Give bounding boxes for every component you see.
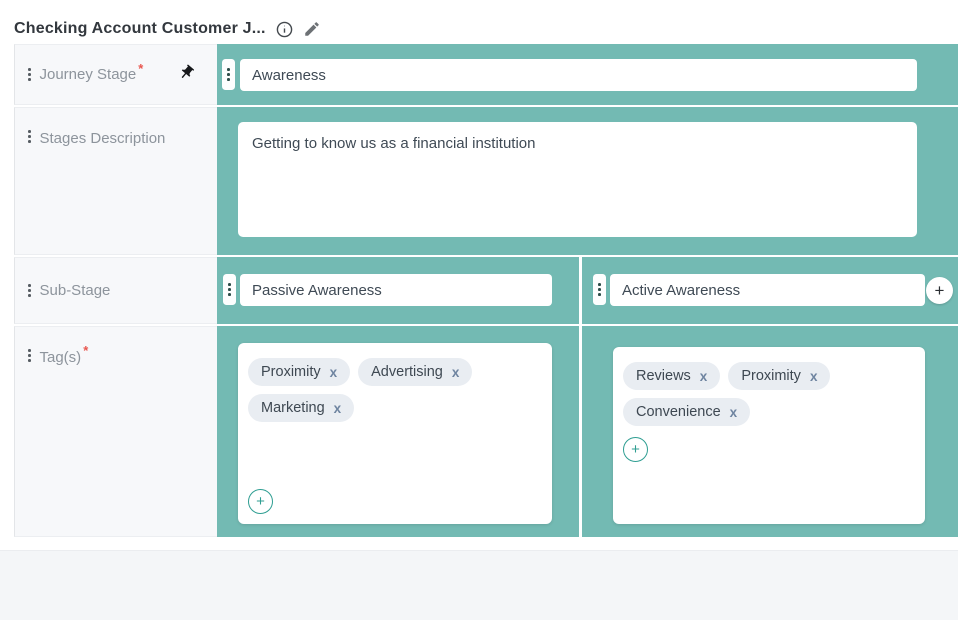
tag-label: Reviews [636,368,691,384]
stages-description-cell: Getting to know us as a financial instit… [217,107,958,255]
tag-pill: Proximity x [248,358,350,386]
tag-pill-list: Reviews x Proximity x Convenience x [623,362,915,426]
journey-stage-cell [217,44,958,105]
tag-label: Convenience [636,404,721,420]
tag-remove-button[interactable]: x [730,405,738,420]
tag-pill-list: Proximity x Advertising x Marketing x [248,358,542,422]
canvas-background [0,550,958,620]
tag-remove-button[interactable]: x [330,365,338,380]
tag-remove-button[interactable]: x [334,401,342,416]
tags-row: Proximity x Advertising x Marketing x + Revie… [217,326,958,537]
tags-cell-1: Proximity x Advertising x Marketing x + [217,326,579,537]
row-label-text: Sub-Stage [40,282,111,299]
row-label-journey-stage: Journey Stage * [14,44,217,105]
row-label-tags: Tag(s) * [14,326,217,537]
tag-pill: Marketing x [248,394,354,422]
sub-stage-input-1[interactable] [240,274,552,306]
tag-label: Marketing [261,400,325,416]
tag-pill: Convenience x [623,398,750,426]
tags-card: Reviews x Proximity x Convenience x + [613,347,925,524]
row-drag-handle-icon[interactable] [28,349,31,362]
tag-label: Proximity [741,368,801,384]
tag-label: Proximity [261,364,321,380]
sub-stage-drag-handle[interactable] [593,274,606,305]
tag-remove-button[interactable]: x [700,369,708,384]
stage-description-textarea[interactable]: Getting to know us as a financial instit… [238,122,917,237]
journey-header: Checking Account Customer J... [0,0,958,44]
required-asterisk: * [83,343,88,358]
row-drag-handle-icon[interactable] [28,68,31,81]
row-label-text: Stages Description [40,130,166,147]
add-stage-button[interactable]: + [926,277,953,304]
pin-icon[interactable] [178,64,195,85]
journey-map-table: Journey Stage * Stages Description Getti… [14,44,958,537]
page-title: Checking Account Customer J... [14,20,266,38]
tags-card: Proximity x Advertising x Marketing x + [238,343,552,524]
tags-cell-2: Reviews x Proximity x Convenience x + [582,326,958,537]
add-tag-button[interactable]: + [623,437,648,462]
sub-stage-row: + [217,257,958,324]
edit-pencil-icon[interactable] [303,20,321,38]
stage-drag-handle[interactable] [222,59,235,90]
stage-name-input[interactable] [240,59,917,91]
row-label-text: Tag(s) [40,349,82,366]
tag-remove-button[interactable]: x [810,369,818,384]
row-label-stages-description: Stages Description [14,107,217,255]
sub-stage-input-2[interactable] [610,274,925,306]
sub-stage-drag-handle[interactable] [223,274,236,305]
info-icon[interactable] [276,21,293,38]
sub-stage-cell-2 [582,257,958,324]
tag-label: Advertising [371,364,443,380]
row-drag-handle-icon[interactable] [28,130,31,143]
add-tag-button[interactable]: + [248,489,273,514]
tag-pill: Proximity x [728,362,830,390]
sub-stage-cell-1 [217,257,579,324]
tag-remove-button[interactable]: x [452,365,460,380]
row-label-sub-stage: Sub-Stage [14,257,217,324]
tag-pill: Advertising x [358,358,472,386]
row-drag-handle-icon[interactable] [28,284,31,297]
required-asterisk: * [138,61,143,76]
tag-pill: Reviews x [623,362,720,390]
row-label-text: Journey Stage [40,66,137,83]
